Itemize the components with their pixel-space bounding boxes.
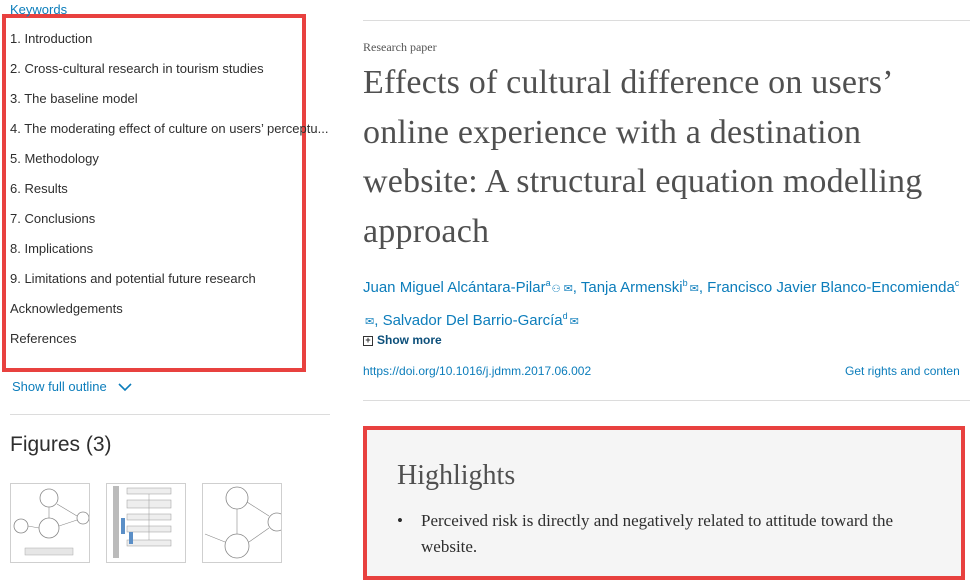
outline-item-implications[interactable]: 8. Implications <box>10 234 332 264</box>
outline-item-results[interactable]: 6. Results <box>10 174 332 204</box>
highlight-text: Perceived risk is directly and negativel… <box>421 511 894 556</box>
email-icon[interactable]: ✉ <box>564 283 573 295</box>
plus-icon: + <box>363 335 373 346</box>
outline-item-cross-cultural[interactable]: 2. Cross-cultural research in tourism st… <box>10 54 332 84</box>
outline-item-limitations[interactable]: 9. Limitations and potential future rese… <box>10 264 332 294</box>
outline-item-moderating-effect[interactable]: 4. The moderating effect of culture on u… <box>10 114 332 144</box>
email-icon[interactable]: ✉ <box>365 316 374 328</box>
author-link[interactable]: Tanja Armenski <box>581 279 683 296</box>
article-title: Effects of cultural difference on users’… <box>363 64 923 250</box>
show-full-outline-link[interactable]: Show full outline <box>12 379 132 395</box>
author-link[interactable]: Salvador Del Barrio-García <box>383 312 563 329</box>
article-outline: Keywords 1. Introduction 2. Cross-cultur… <box>10 2 332 354</box>
outline-divider <box>10 414 330 415</box>
outline-item-baseline-model[interactable]: 3. The baseline model <box>10 84 332 114</box>
highlight-item: • Perceived risk is directly and negativ… <box>397 508 937 560</box>
show-full-outline-label: Show full outline <box>12 379 107 394</box>
author-affiliation-sup[interactable]: c <box>955 278 960 288</box>
author-link[interactable]: Juan Miguel Alcántara-Pilar <box>363 279 546 296</box>
author-affiliation-sup[interactable]: b <box>683 278 688 288</box>
flowchart-thumbnail-icon <box>113 486 172 558</box>
author-affiliation-sup[interactable]: a <box>546 278 551 288</box>
outline-item-conclusions[interactable]: 7. Conclusions <box>10 204 332 234</box>
article-divider <box>363 400 970 401</box>
doi-link[interactable]: https://doi.org/10.1016/j.jdmm.2017.06.0… <box>363 364 591 378</box>
outline-item-methodology[interactable]: 5. Methodology <box>10 144 332 174</box>
article-type-label: Research paper <box>363 40 437 54</box>
figure-thumbnail-1[interactable] <box>10 483 90 563</box>
email-icon[interactable]: ✉ <box>690 283 699 295</box>
figure-thumbnail-2[interactable] <box>106 483 186 563</box>
figures-heading: Figures (3) <box>10 433 112 456</box>
outline-item-introduction[interactable]: 1. Introduction <box>10 24 332 54</box>
outline-item-references[interactable]: References <box>10 324 332 354</box>
structural-model-thumbnail-icon <box>204 486 287 559</box>
chevron-down-icon <box>118 380 132 395</box>
figure-thumbnail-3[interactable] <box>202 483 287 563</box>
show-more-button[interactable]: + Show more <box>363 333 442 347</box>
show-more-label: Show more <box>377 333 442 347</box>
person-icon[interactable]: ⚇ <box>552 284 561 295</box>
author-link[interactable]: Francisco Javier Blanco-Encomienda <box>707 279 955 296</box>
get-rights-link[interactable]: Get rights and conten <box>845 364 960 378</box>
outline-item-keywords[interactable]: Keywords <box>10 0 332 24</box>
author-list: Juan Miguel Alcántara-Pilara⚇ ✉, Tanja Ar… <box>363 278 960 329</box>
header-divider <box>363 20 970 21</box>
outline-item-acknowledgements[interactable]: Acknowledgements <box>10 294 332 324</box>
path-diagram-thumbnail-icon <box>13 488 90 556</box>
highlights-heading: Highlights <box>397 460 516 491</box>
highlights-section: Highlights • Perceived risk is directly … <box>363 426 965 580</box>
bullet-icon: • <box>397 511 403 530</box>
author-affiliation-sup[interactable]: d <box>563 311 568 321</box>
email-icon[interactable]: ✉ <box>570 316 579 328</box>
